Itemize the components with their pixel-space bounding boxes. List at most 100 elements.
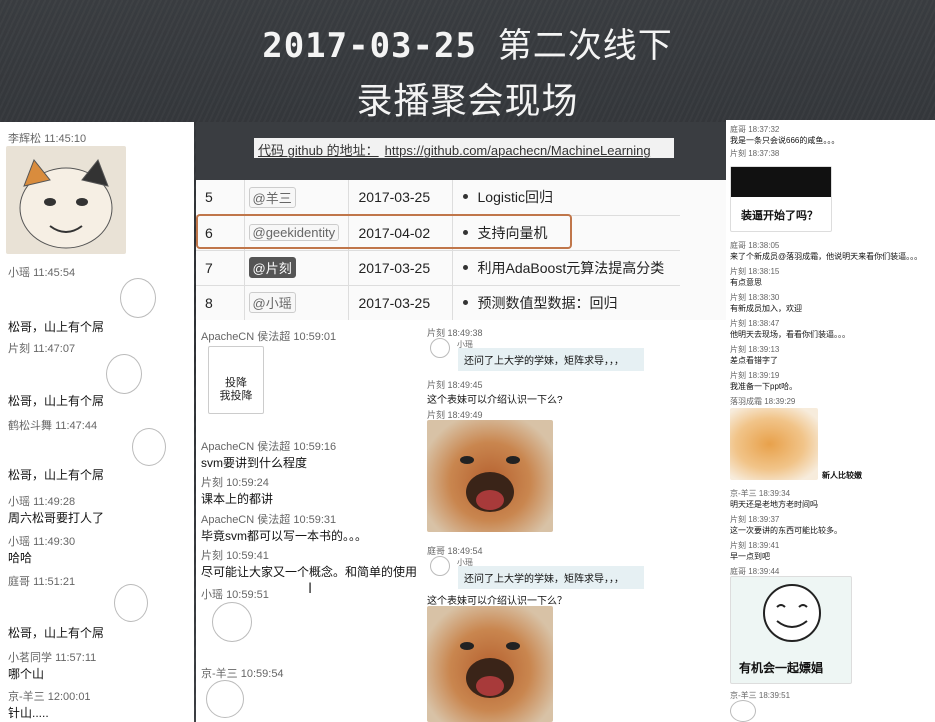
sender: 庭哥 — [730, 241, 746, 250]
row-date: 2017-03-25 — [348, 180, 453, 216]
sender: 落羽成霜 — [730, 397, 762, 406]
timestamp: 18:49:49 — [447, 410, 483, 420]
sender: 庭哥 — [730, 125, 746, 134]
sender: 片刻 — [201, 477, 223, 489]
chat-message: ApacheCN 侯法超 10:59:16 svm要讲到什么程度 — [201, 438, 336, 471]
message-text: 差点看错字了 — [730, 356, 778, 365]
chat-message: 庭哥 18:38:05 来了个新成员@落羽成霜，他说明天来看你们装逼。。。 — [730, 240, 922, 262]
user-handle[interactable]: @小瑶 — [248, 292, 296, 313]
timestamp: 10:59:54 — [240, 668, 284, 680]
timestamp: 10:59:16 — [293, 441, 337, 453]
avatar-icon — [430, 556, 450, 576]
message-text: 毕竟svm都可以写一本书的。。。 — [201, 529, 367, 543]
timestamp: 18:39:51 — [758, 691, 791, 700]
timestamp: 18:49:38 — [447, 328, 483, 338]
timestamp: 10:59:31 — [293, 514, 337, 526]
sender: 片刻 — [201, 550, 223, 562]
chat-message: 小瑶 11:49:30 哈哈 — [8, 533, 75, 566]
sender: 京-羊三 — [8, 691, 45, 703]
chat-message: 松哥，山上有个屌 — [8, 624, 104, 641]
timestamp: 18:39:34 — [758, 489, 791, 498]
chat-message: 松哥，山上有个屌 — [8, 318, 104, 335]
sender: 片刻 — [730, 149, 746, 158]
chat-message: 片刻 10:59:41 尽可能让大家又一个概念。和简单的使用 — [201, 547, 417, 580]
user-handle[interactable]: @片刻 — [248, 257, 296, 278]
sender: 片刻 — [730, 345, 746, 354]
chat-message: 京-羊三 18:39:34 明天还是老地方老时间吗 — [730, 488, 818, 510]
chat-message: 小瑶 10:59:51 — [201, 586, 269, 602]
sender: 小茗同学 — [8, 652, 52, 664]
chat-message: 李辉松 11:45:10 — [8, 130, 86, 146]
avatar-icon — [430, 338, 450, 358]
sender: ApacheCN 侯法超 — [201, 331, 291, 343]
sender: 小瑶 — [8, 536, 30, 548]
repo-link[interactable]: 代码 github 的地址： https://github.com/apachec… — [254, 138, 674, 158]
sender: ApacheCN 侯法超 — [201, 514, 291, 526]
chat-message: 小茗同学 11:57:11 哪个山 — [8, 649, 96, 682]
timestamp: 18:38:30 — [748, 293, 780, 302]
dog-face-icon — [460, 642, 520, 698]
message-text: 我准备一下ppt哈。 — [730, 382, 798, 391]
timestamp: 10:59:01 — [293, 331, 337, 343]
message-text: 针山..... — [8, 706, 49, 720]
timestamp: 18:39:37 — [748, 515, 780, 524]
dog-face-icon — [460, 456, 520, 512]
timestamp: 18:39:44 — [748, 567, 780, 576]
chat-message: 京-羊三 12:00:01 针山..... — [8, 688, 91, 721]
image-caption: 新人比较嫩 — [822, 471, 862, 480]
chat-message: 片刻 18:49:45 这个表妹可以介绍认识一下么? — [427, 378, 563, 406]
sender: 片刻 — [427, 410, 446, 420]
sender: 小瑶 — [8, 496, 30, 508]
chat-message: ApacheCN 侯法超 10:59:31 毕竟svm都可以写一本书的。。。 — [201, 511, 367, 544]
message-text: 哪个山 — [8, 667, 45, 681]
timestamp: 11:49:30 — [33, 536, 76, 548]
timestamp: 18:38:47 — [748, 319, 780, 328]
meme-image — [6, 146, 126, 254]
slide-title-line1: 2017-03-25 第二次线下 — [0, 18, 935, 67]
sender: 片刻 — [730, 319, 746, 328]
sender: 片刻 — [730, 267, 746, 276]
message-text: 课本上的都讲 — [201, 492, 274, 506]
repo-url[interactable]: https://github.com/apachecn/MachineLearn… — [385, 143, 651, 158]
chat-message: 小瑶 11:49:28 周六松哥要打人了 — [8, 493, 104, 526]
chat-message: 片刻 18:39:13 差点看错字了 — [730, 344, 779, 366]
sender: 小瑶 — [8, 267, 30, 279]
timestamp: 10:59:24 — [226, 477, 269, 489]
panda-sticker-icon — [114, 584, 148, 622]
row-topic: 预测数值型数据：回归 — [477, 294, 618, 311]
row-topic: 利用AdaBoost元算法提高分类 — [477, 259, 665, 276]
chat-message: 松哥，山上有个屌 — [8, 392, 104, 409]
message-text: 有点意思 — [730, 278, 762, 287]
chat-message: 片刻 18:38:30 有新成员加入，欢迎 — [730, 292, 802, 314]
message-text: 哈哈 — [8, 551, 33, 565]
sender: 庭哥 — [8, 576, 30, 588]
timestamp: 11:51:21 — [33, 576, 76, 588]
sender: 李辉松 — [8, 133, 41, 145]
message-text: 这一次要讲的东西可能比较多。 — [730, 526, 842, 535]
row-number: 7 — [196, 250, 245, 286]
timestamp: 18:38:05 — [748, 241, 780, 250]
user-handle[interactable]: @羊三 — [248, 186, 296, 208]
timestamp: 18:37:32 — [748, 125, 780, 134]
panda-sticker-icon — [106, 354, 142, 394]
bunny-sticker-icon — [212, 602, 252, 642]
chat-message: 片刻 11:47:07 — [8, 340, 75, 356]
shiba-dog-image — [427, 420, 553, 532]
chat-message: 这个表妹可以介绍认识一下么？ — [427, 592, 567, 607]
message-text: 我是一条只会说666的咸鱼。。。 — [730, 136, 840, 145]
table-row: 7 @片刻 2017-03-25 利用AdaBoost元算法提高分类 — [196, 250, 680, 286]
title-rest: 第二次线下 — [497, 26, 673, 66]
message-text: 早一点到吧 — [730, 552, 770, 561]
chat-message: 片刻 18:39:37 这一次要讲的东西可能比较多。 — [730, 514, 842, 536]
row-topic: Logistic回归 — [477, 189, 553, 206]
quoted-message-bubble: 还问了上大学的学妹，矩阵求导，，， — [458, 348, 644, 371]
timestamp: 10:59:51 — [226, 589, 269, 601]
message-text: 这个表妹可以介绍认识一下么? — [427, 395, 563, 406]
timestamp: 11:49:28 — [33, 496, 76, 508]
message-text: 来了个新成员@落羽成霜，他说明天来看你们装逼。。。 — [730, 252, 923, 261]
chat-message: 片刻 18:39:41 早一点到吧 — [730, 540, 779, 562]
sender: 小瑶 — [201, 589, 223, 601]
eyes-icon — [731, 167, 831, 197]
meme-caption: 装逼开始了吗？ — [741, 210, 818, 222]
sender: 片刻 — [8, 343, 30, 355]
